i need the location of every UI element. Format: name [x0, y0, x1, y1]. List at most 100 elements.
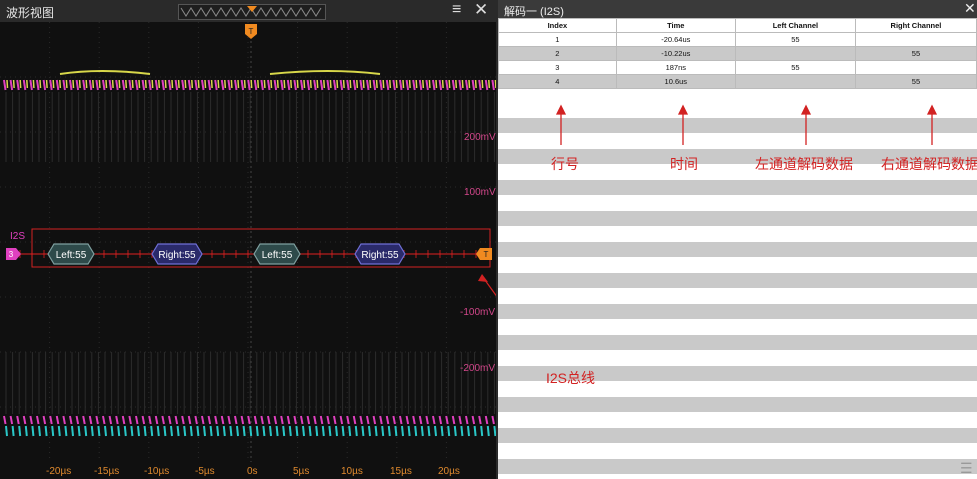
close-icon[interactable]: ✕: [474, 0, 488, 20]
trace-segment: [217, 79, 220, 89]
trace-segment: [328, 425, 332, 437]
trace-segment: [194, 79, 198, 91]
bus-end-marker[interactable]: T: [476, 248, 492, 260]
trace-segment: [273, 415, 278, 425]
packet-label: Left:55: [262, 250, 293, 261]
trace-segment: [95, 415, 99, 425]
trace-segment: [194, 415, 198, 425]
trace-segment: [335, 425, 338, 437]
trace-segment: [458, 415, 462, 425]
trace-segment: [306, 415, 311, 425]
trace-segment: [280, 415, 284, 425]
trace-segment: [203, 425, 206, 437]
trace-segment: [9, 79, 14, 91]
annotation-left-data: 左通道解码数据: [755, 156, 853, 172]
trace-segment: [135, 415, 139, 425]
waveform-plot[interactable]: T Left:55 Right:55 Left:55 Right:55 3 I2S T: [0, 22, 496, 479]
trace-segment: [168, 415, 172, 425]
trace-segment: [77, 425, 81, 437]
trace-segment: [123, 425, 127, 437]
trace-segment: [425, 415, 429, 425]
trace-segment: [220, 415, 225, 425]
trace-segment: [247, 79, 251, 91]
trace-segment: [131, 79, 134, 89]
trace-segment: [494, 79, 496, 89]
x-label: 15µs: [390, 466, 412, 477]
trace-segment: [336, 79, 339, 89]
trace-segment: [286, 79, 291, 91]
x-label: -20µs: [46, 466, 72, 477]
trace-segment: [75, 415, 80, 425]
trace-segment: [438, 79, 443, 91]
trace-segment: [137, 425, 140, 437]
x-label: 5µs: [293, 466, 310, 477]
trace-segment: [229, 425, 233, 437]
trace-segment: [52, 79, 55, 89]
trace-segment: [148, 415, 152, 425]
trace-segment: [115, 79, 119, 91]
trace-segment: [110, 425, 114, 437]
trace-segment: [447, 425, 451, 437]
trace-segment: [207, 415, 212, 425]
trace-segment: [428, 79, 431, 89]
trace-segment: [148, 79, 152, 91]
trace-segment: [395, 79, 398, 89]
trace-segment: [19, 79, 22, 89]
trigger-position-strip[interactable]: [178, 4, 326, 20]
trace-segment: [168, 79, 172, 91]
trace-segment: [36, 79, 40, 91]
trace-segment: [387, 425, 391, 437]
trace-segment: [171, 79, 174, 89]
trace-segment: [349, 79, 352, 89]
trace-segment: [280, 79, 284, 91]
trace-segment: [75, 79, 80, 91]
trace-segment: [135, 79, 139, 91]
trace-segment: [293, 415, 297, 425]
trace-segment: [174, 79, 179, 91]
annotation-bus: I2S总线: [546, 370, 596, 386]
bus-packet[interactable]: Right:55: [151, 243, 203, 265]
trace-segment: [214, 415, 218, 425]
trace-segment: [141, 79, 146, 91]
trace-segment: [326, 79, 330, 91]
trace-segment: [399, 415, 403, 425]
trace-segment: [151, 79, 154, 89]
trace-segment: [385, 415, 390, 425]
trace-segment: [491, 79, 495, 91]
trace-segment: [471, 79, 476, 91]
x-label: -10µs: [144, 466, 170, 477]
decode-panel: 解码一 (I2S) ✕ Index Time Left Channel Righ…: [498, 0, 977, 479]
trigger-top-marker[interactable]: T: [245, 24, 257, 39]
channel-marker[interactable]: 3: [6, 248, 21, 260]
list-icon[interactable]: ☰: [960, 460, 973, 477]
trace-highlight: [59, 70, 151, 75]
trace-segment: [415, 79, 418, 89]
bus-packet[interactable]: Right:55: [354, 243, 406, 265]
trace-segment: [329, 79, 332, 89]
trace-segment: [181, 415, 185, 425]
trace-segment: [321, 425, 325, 437]
trace-segment: [189, 425, 193, 437]
trace-segment: [293, 79, 297, 91]
hamburger-icon[interactable]: ≡: [452, 1, 461, 19]
trace-segment: [374, 425, 378, 437]
annotation-right-data: 右通道解码数据: [881, 156, 977, 172]
trace-segment: [405, 415, 410, 425]
trace-segment: [276, 79, 279, 89]
trace-segment: [359, 415, 363, 425]
trace-segment: [57, 425, 61, 437]
trace-segment: [242, 425, 246, 437]
bus-packet[interactable]: Left:55: [47, 243, 95, 265]
trace-segment: [375, 79, 378, 89]
trace-segment: [42, 79, 47, 91]
trace-segment: [300, 79, 304, 91]
trace-segment: [369, 79, 372, 89]
trace-segment: [249, 425, 253, 437]
y-label-200mv: 200mV: [464, 132, 496, 143]
trace-segment: [201, 79, 205, 91]
trace-segment: [418, 415, 423, 425]
trace-segment: [315, 425, 319, 437]
trace-segment: [427, 425, 431, 437]
trace-segment: [402, 79, 405, 89]
bus-packet[interactable]: Left:55: [253, 243, 301, 265]
